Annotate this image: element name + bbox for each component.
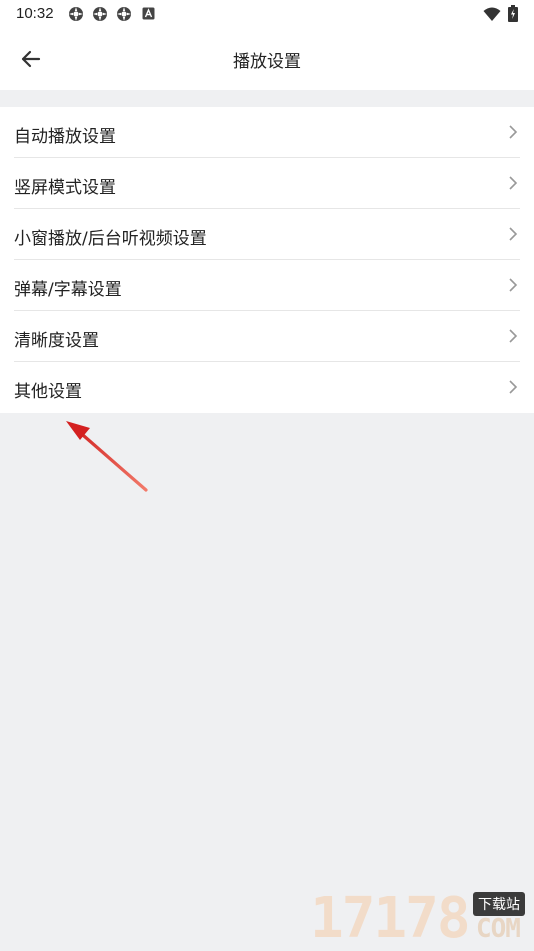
settings-item-label: 自动播放设置	[14, 127, 116, 147]
settings-item-autoplay[interactable]: 自动播放设置	[0, 107, 534, 158]
settings-item-danmaku-subtitle[interactable]: 弹幕/字幕设置	[0, 260, 534, 311]
chevron-right-icon	[509, 125, 518, 139]
settings-item-portrait-mode[interactable]: 竖屏模式设置	[0, 158, 534, 209]
chevron-right-icon	[509, 329, 518, 343]
settings-item-label: 清晰度设置	[14, 331, 99, 351]
settings-icon	[93, 7, 107, 21]
settings-item-label: 其他设置	[14, 382, 82, 402]
chevron-right-icon	[509, 227, 518, 241]
chevron-right-icon	[509, 176, 518, 190]
status-time: 10:32	[16, 5, 54, 22]
settings-item-resolution[interactable]: 清晰度设置	[0, 311, 534, 362]
page-title: 播放设置	[233, 52, 301, 72]
settings-list: 自动播放设置 竖屏模式设置 小窗播放/后台听视频设置 弹幕/字幕设置 清晰度设置	[0, 107, 534, 413]
settings-icon	[117, 7, 131, 21]
settings-item-label: 小窗播放/后台听视频设置	[14, 229, 207, 249]
settings-item-other[interactable]: 其他设置	[0, 362, 534, 413]
app-bar: 播放设置	[0, 28, 534, 90]
watermark-digits: 17178	[310, 886, 471, 951]
wifi-icon	[483, 7, 501, 21]
watermark-tag: 下载站	[473, 892, 525, 916]
battery-icon	[508, 5, 518, 22]
settings-icon	[69, 7, 83, 21]
chevron-right-icon	[509, 278, 518, 292]
settings-item-label: 竖屏模式设置	[14, 178, 116, 198]
settings-item-label: 弹幕/字幕设置	[14, 280, 122, 300]
status-bar: 10:32	[0, 0, 534, 28]
settings-item-mini-window[interactable]: 小窗播放/后台听视频设置	[0, 209, 534, 260]
chevron-right-icon	[509, 380, 518, 394]
watermark-suffix: COM	[476, 914, 521, 944]
a-icon	[142, 7, 155, 20]
watermark: 17178 下载站 COM	[310, 888, 534, 950]
